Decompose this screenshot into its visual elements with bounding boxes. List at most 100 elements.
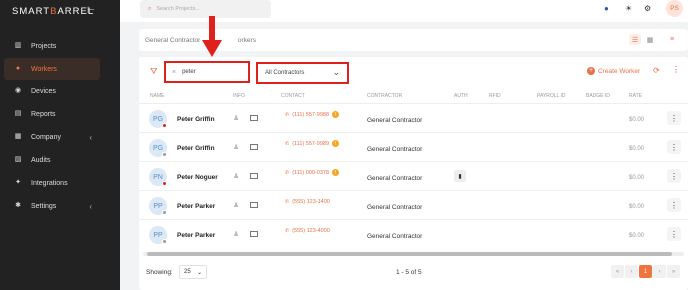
list-view-button[interactable]: ☰: [629, 34, 641, 45]
row-more-button[interactable]: ⋮: [667, 111, 681, 125]
warning-badge-icon: !: [332, 111, 339, 118]
next-page-button[interactable]: ›: [653, 265, 666, 278]
breadcrumb-contractor[interactable]: General Contractor: [145, 37, 200, 44]
phone-icon: ✆: [285, 170, 290, 176]
row-more-button[interactable]: ⋮: [667, 198, 681, 212]
per-page-select[interactable]: 25 ⌄: [179, 265, 207, 279]
worker-name[interactable]: Peter Parker: [177, 203, 215, 210]
column-header-rfid[interactable]: RFID: [489, 93, 501, 99]
sidebar-item-label: Reports: [31, 110, 56, 118]
sidebar-item-settings[interactable]: ✱ Settings ‹: [4, 195, 100, 217]
status-dot: [162, 181, 167, 186]
sidebar-item-audits[interactable]: ▨ Audits: [4, 149, 100, 171]
table-row[interactable]: PP Peter Parker ♟ ✆ (555) 123-1400 General Co…: [139, 190, 688, 219]
create-worker-button[interactable]: + Create Worker: [587, 67, 640, 75]
phone-icon: ✆: [285, 199, 290, 205]
scrollbar-thumb[interactable]: [147, 252, 672, 256]
gear-icon[interactable]: ⚙: [644, 4, 651, 13]
person-icon: ♟: [233, 231, 240, 238]
app-logo[interactable]: SMARTBARREL: [12, 6, 94, 17]
table-row[interactable]: PN Peter Noguer ♟ ✆ (111) 000-0378! General C…: [139, 161, 688, 190]
worker-phone[interactable]: ✆ (111) 557-9989: [285, 141, 329, 147]
clear-filter-icon[interactable]: ×: [172, 69, 176, 76]
worker-contractor: General Contractor: [367, 233, 423, 240]
worker-phone[interactable]: ✆ (555) 123-1400: [285, 199, 330, 205]
column-header-name[interactable]: NAME: [150, 93, 164, 99]
worker-name[interactable]: Peter Noguer: [177, 174, 218, 181]
sidebar-item-label: Audits: [31, 156, 51, 164]
horizontal-scrollbar[interactable]: [143, 252, 684, 256]
worker-rate: $0.00: [629, 204, 645, 210]
refresh-icon[interactable]: ⟳: [653, 66, 660, 75]
projects-icon: ▥: [14, 42, 22, 49]
table-row[interactable]: PG Peter Griffin ♟ ✆ (111) 557-9988! General …: [139, 103, 688, 132]
worker-contractor: General Contractor: [367, 146, 423, 153]
first-page-button[interactable]: «: [611, 265, 624, 278]
worker-filter-input[interactable]: × peter: [164, 61, 250, 83]
last-page-button[interactable]: »: [667, 265, 680, 278]
chevron-down-icon: ⌄: [332, 67, 340, 77]
filter-icon[interactable]: ⛛: [150, 66, 158, 77]
column-header-rate[interactable]: RATE: [629, 93, 642, 99]
warning-badge-icon: !: [332, 169, 339, 176]
worker-name[interactable]: Peter Parker: [177, 232, 215, 239]
settings-list-button[interactable]: ≡: [666, 34, 678, 45]
worker-contractor: General Contractor: [367, 175, 423, 182]
person-icon: ♟: [233, 115, 240, 122]
more-options-icon[interactable]: ⋮: [672, 65, 680, 74]
worker-rate: $0.00: [629, 117, 645, 123]
column-header-badge-id[interactable]: BADGE ID: [586, 93, 610, 99]
column-header-info[interactable]: INFO: [233, 93, 245, 99]
breadcrumb: General Contractor orkers: [145, 37, 256, 44]
showing-label: Showing:: [146, 269, 173, 276]
integrations-icon: ✦: [15, 179, 21, 186]
row-more-button[interactable]: ⋮: [667, 140, 681, 154]
table-row[interactable]: PP Peter Parker ♟ ✆ (555) 123-4000 General Co…: [139, 219, 688, 248]
sidebar: SMARTBARREL ⊢ ▥ Projects ● Workers ◉ Devices ▤…: [0, 0, 120, 290]
worker-phone[interactable]: ✆ (111) 557-9988: [285, 112, 329, 118]
worker-name[interactable]: Peter Griffin: [177, 116, 215, 123]
column-header-payroll-id[interactable]: PAYROLL ID: [537, 93, 566, 99]
worker-phone[interactable]: ✆ (555) 123-4000: [285, 228, 330, 234]
status-dot: [162, 123, 167, 128]
status-dot: [162, 152, 167, 157]
worker-name[interactable]: Peter Griffin: [177, 145, 215, 152]
row-more-button[interactable]: ⋮: [667, 227, 681, 241]
sidebar-item-reports[interactable]: ▤ Reports: [4, 103, 100, 125]
column-header-contact[interactable]: CONTACT: [281, 93, 305, 99]
prev-page-button[interactable]: ‹: [625, 265, 638, 278]
annotation-arrow: [209, 16, 215, 41]
sidebar-item-integrations[interactable]: ✦ Integrations: [4, 172, 100, 194]
sidebar-item-workers[interactable]: ● Workers: [4, 58, 100, 80]
chevron-down-icon: ⌄: [196, 270, 202, 276]
worker-phone[interactable]: ✆ (111) 000-0378: [285, 170, 329, 176]
sidebar-item-label: Company: [31, 133, 61, 141]
id-card-icon: [250, 115, 258, 121]
page-current[interactable]: 1: [639, 265, 652, 278]
user-avatar[interactable]: PS: [666, 0, 683, 17]
sidebar-item-company[interactable]: ▦ Company ‹: [4, 126, 100, 148]
plus-icon: +: [587, 67, 595, 75]
breadcrumb-workers: orkers: [237, 37, 256, 44]
contractor-select[interactable]: All Contractors ⌄: [256, 62, 349, 84]
theme-sun-icon[interactable]: ☀: [625, 4, 632, 13]
collapse-sidebar-icon[interactable]: ⊢: [87, 5, 95, 16]
sidebar-item-projects[interactable]: ▥ Projects: [4, 35, 100, 57]
search-input[interactable]: ⌕ Search Projects...: [140, 0, 271, 18]
language-flag-icon[interactable]: ●: [604, 4, 609, 13]
sidebar-item-label: Integrations: [31, 179, 68, 187]
top-bar: ⌕ Search Projects... ● ☀ ⚙ PS: [120, 0, 688, 22]
worker-rate: $0.00: [629, 233, 645, 239]
row-more-button[interactable]: ⋮: [667, 169, 681, 183]
pagination-range: 1 - 5 of 5: [396, 269, 422, 276]
column-header-auth[interactable]: AUTH: [454, 93, 468, 99]
id-card-icon: [250, 144, 258, 150]
status-dot: [162, 239, 167, 244]
grid-view-button[interactable]: ▦: [644, 34, 656, 45]
sidebar-item-devices[interactable]: ◉ Devices: [4, 80, 100, 102]
worker-rate: $0.00: [629, 175, 645, 181]
phone-icon: ✆: [285, 228, 290, 234]
table-row[interactable]: PG Peter Griffin ♟ ✆ (111) 557-9989! General …: [139, 132, 688, 161]
table-header: NAME INFO CONTACT CONTRACTOR AUTH RFID PAYROLL…: [139, 91, 688, 103]
column-header-contractor[interactable]: CONTRACTOR: [367, 93, 402, 99]
